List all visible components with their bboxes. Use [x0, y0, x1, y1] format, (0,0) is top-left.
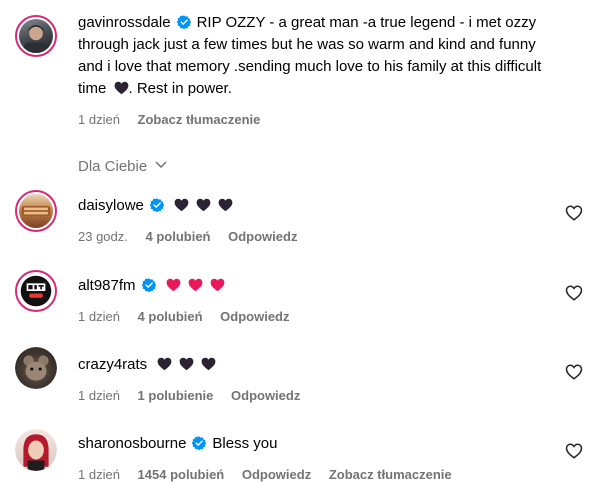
reply-time: 1 dzień: [78, 309, 120, 324]
chevron-down-icon: [155, 161, 167, 169]
reply-username[interactable]: crazy4rats: [78, 356, 147, 373]
comment-username[interactable]: gavinrossdale: [78, 14, 171, 31]
comment-body: gavinrossdale RIP OZZY - a great man -a t…: [78, 12, 548, 100]
black-heart-icon: [196, 198, 211, 212]
alt987-logo-icon: [20, 275, 52, 307]
avatar[interactable]: [15, 429, 57, 471]
reply-meta: 23 godz. 4 polubień Odpowiedz: [78, 229, 311, 244]
verified-badge-icon: [150, 198, 164, 212]
reply-body: crazy4rats: [78, 354, 548, 376]
avatar[interactable]: [15, 15, 57, 57]
black-heart-icon: [218, 198, 233, 212]
avatar[interactable]: [15, 347, 57, 389]
comment-time: 1 dzień: [78, 112, 120, 127]
comment-meta: 1 dzień Zobacz tłumaczenie: [78, 112, 274, 127]
pink-heart-icon: [188, 278, 203, 292]
avatar-face-icon: [23, 434, 49, 471]
reply-meta: 1 dzień 4 polubień Odpowiedz: [78, 309, 304, 324]
reply-text: Bless you: [212, 435, 278, 452]
like-heart-icon[interactable]: [565, 204, 583, 222]
sort-label: Dla Ciebie: [78, 158, 148, 175]
reply-username[interactable]: sharonosbourne: [78, 435, 186, 452]
verified-badge-icon: [142, 278, 156, 292]
translate-link[interactable]: Zobacz tłumaczenie: [329, 467, 452, 482]
likes-count[interactable]: 4 polubień: [138, 309, 203, 324]
rat-avatar-icon: [23, 355, 49, 381]
reply-username[interactable]: daisylowe: [78, 197, 144, 214]
reply-body: daisylowe: [78, 195, 548, 217]
reply-button[interactable]: Odpowiedz: [220, 309, 289, 324]
reply-meta: 1 dzień 1 polubienie Odpowiedz: [78, 388, 314, 403]
avatar-face-icon: [23, 24, 49, 53]
avatar[interactable]: [15, 190, 57, 232]
verified-badge-icon: [177, 15, 191, 29]
reply-meta: 1 dzień 1454 polubień Odpowiedz Zobacz t…: [78, 467, 466, 482]
like-heart-icon[interactable]: [565, 363, 583, 381]
black-heart-icon: [179, 357, 194, 371]
avatar-food-icon: [21, 205, 51, 217]
avatar[interactable]: [15, 270, 57, 312]
reply-body: sharonosbourne Bless you: [78, 433, 548, 455]
verified-badge-icon: [192, 436, 206, 450]
translate-link[interactable]: Zobacz tłumaczenie: [138, 112, 261, 127]
like-heart-icon[interactable]: [565, 442, 583, 460]
reply-body: alt987fm: [78, 275, 548, 297]
reply-button[interactable]: Odpowiedz: [231, 388, 300, 403]
black-heart-icon: [157, 357, 172, 371]
likes-count[interactable]: 4 polubień: [146, 229, 211, 244]
likes-count[interactable]: 1454 polubień: [138, 467, 225, 482]
reply-button[interactable]: Odpowiedz: [242, 467, 311, 482]
reply-time: 23 godz.: [78, 229, 128, 244]
sort-dropdown[interactable]: Dla Ciebie: [78, 158, 167, 175]
black-heart-icon: [201, 357, 216, 371]
comment-text-end: . Rest in power.: [128, 80, 232, 97]
black-heart-icon: [114, 81, 129, 95]
reply-time: 1 dzień: [78, 467, 120, 482]
black-heart-icon: [174, 198, 189, 212]
likes-count[interactable]: 1 polubienie: [138, 388, 214, 403]
like-heart-icon[interactable]: [565, 284, 583, 302]
pink-heart-icon: [210, 278, 225, 292]
reply-username[interactable]: alt987fm: [78, 277, 136, 294]
pink-heart-icon: [166, 278, 181, 292]
reply-button[interactable]: Odpowiedz: [228, 229, 297, 244]
reply-time: 1 dzień: [78, 388, 120, 403]
